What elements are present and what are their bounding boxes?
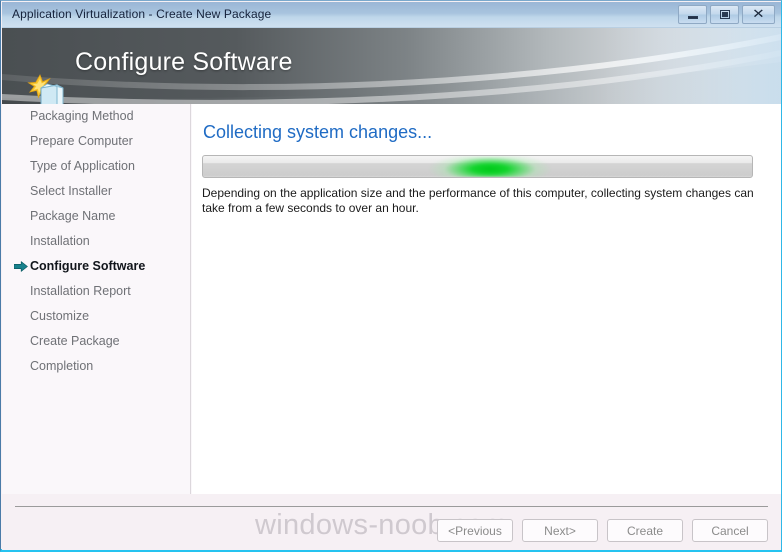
sidebar-item-label: Configure Software	[30, 259, 146, 273]
previous-button[interactable]: <Previous	[437, 519, 513, 542]
status-heading: Collecting system changes...	[203, 122, 433, 142]
sidebar-item-create-package[interactable]: Create Package	[14, 329, 190, 354]
sidebar-item-prepare-computer[interactable]: Prepare Computer	[14, 129, 190, 154]
sidebar-item-label: Select Installer	[30, 184, 112, 198]
main-content-panel: Collecting system changes... Depending o…	[192, 104, 781, 494]
progress-bar-marquee	[425, 156, 555, 177]
close-button[interactable]: ✕	[742, 5, 775, 24]
minimize-icon	[687, 16, 698, 19]
sidebar-item-label: Completion	[30, 359, 94, 373]
create-button[interactable]: Create	[607, 519, 683, 542]
sidebar-item-label: Installation	[30, 234, 90, 248]
header-banner: Configure Software	[2, 28, 781, 104]
window-title: Application Virtualization - Create New …	[12, 7, 272, 21]
sidebar-item-label: Create Package	[30, 334, 120, 348]
current-step-arrow-icon	[14, 261, 28, 272]
sidebar-item-installation[interactable]: Installation	[14, 229, 190, 254]
sidebar-item-configure-software[interactable]: Configure Software	[14, 254, 190, 279]
sidebar-item-label: Type of Application	[30, 159, 135, 173]
sidebar-item-installation-report[interactable]: Installation Report	[14, 279, 190, 304]
window-controls: ✕	[678, 5, 775, 24]
sidebar-item-completion[interactable]: Completion	[14, 354, 190, 379]
footer-divider	[15, 506, 768, 507]
sidebar-item-label: Prepare Computer	[30, 134, 133, 148]
maximize-button[interactable]	[710, 5, 739, 24]
maximize-icon	[719, 10, 730, 19]
new-package-icon	[27, 74, 64, 104]
application-window: Application Virtualization - Create New …	[0, 0, 782, 552]
sidebar-item-label: Installation Report	[30, 284, 131, 298]
sidebar-item-label: Package Name	[30, 209, 116, 223]
status-description: Depending on the application size and th…	[202, 186, 754, 215]
footer-button-group: <Previous Next> Create Cancel	[437, 519, 768, 542]
sidebar-item-label: Customize	[30, 309, 90, 323]
wizard-step-sidebar: Packaging Method Prepare Computer Type o…	[14, 104, 191, 494]
sidebar-item-type-of-application[interactable]: Type of Application	[14, 154, 190, 179]
title-bar[interactable]: Application Virtualization - Create New …	[2, 2, 781, 28]
sidebar-item-customize[interactable]: Customize	[14, 304, 190, 329]
next-button[interactable]: Next>	[522, 519, 598, 542]
cancel-button[interactable]: Cancel	[692, 519, 768, 542]
step-list: Packaging Method Prepare Computer Type o…	[14, 104, 190, 379]
sidebar-item-package-name[interactable]: Package Name	[14, 204, 190, 229]
footer-bar: windows-noob.com <Previous Next> Create …	[2, 494, 781, 550]
sidebar-item-label: Packaging Method	[30, 109, 134, 123]
page-title: Configure Software	[75, 48, 293, 76]
progress-bar	[202, 155, 753, 178]
minimize-button[interactable]	[678, 5, 707, 24]
close-icon: ✕	[752, 7, 765, 22]
sidebar-item-packaging-method[interactable]: Packaging Method	[14, 104, 190, 129]
sidebar-item-select-installer[interactable]: Select Installer	[14, 179, 190, 204]
